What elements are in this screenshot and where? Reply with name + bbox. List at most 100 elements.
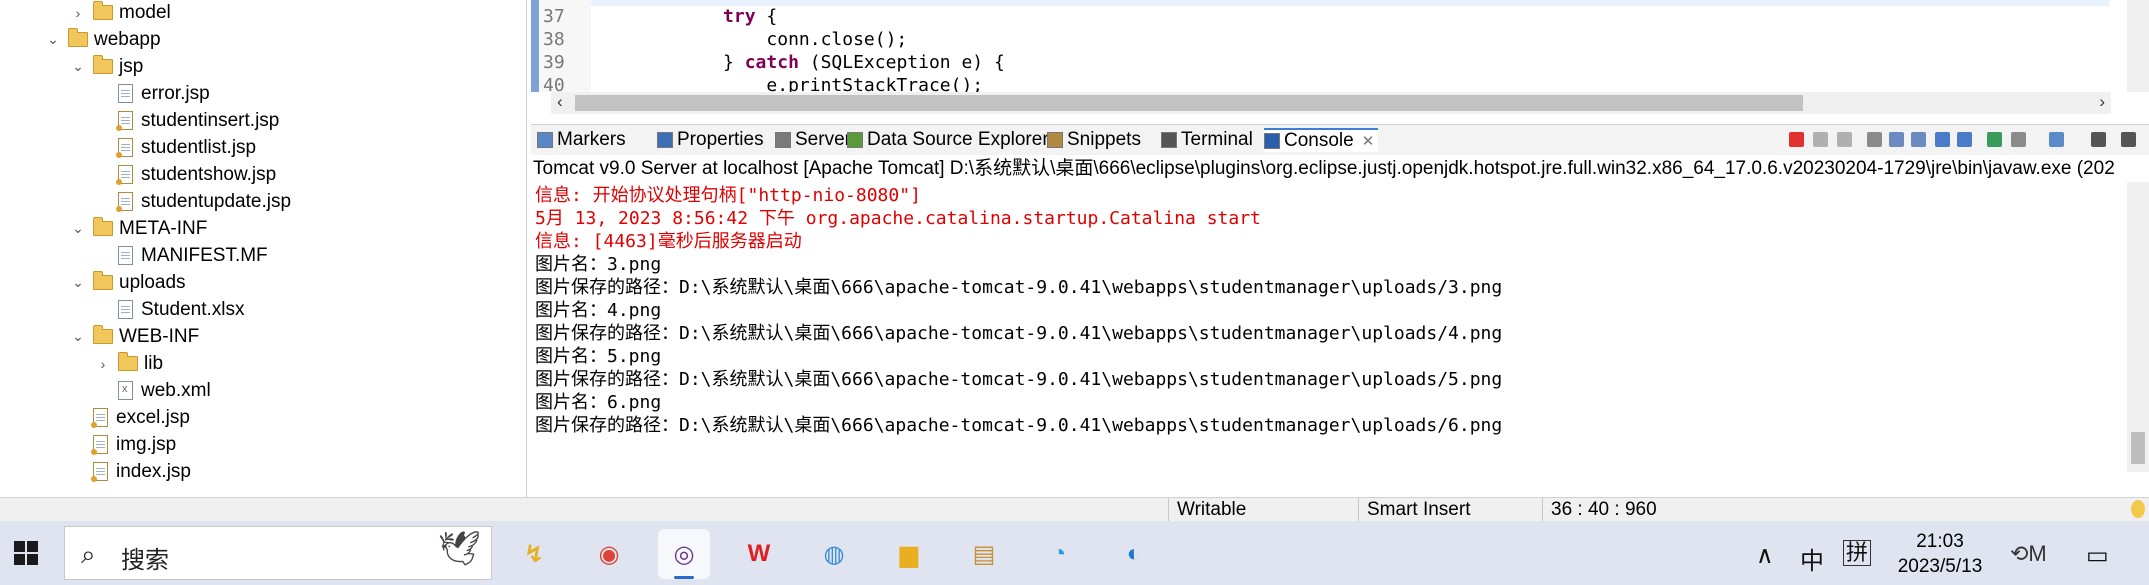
paint-app[interactable]: ◍ bbox=[808, 529, 860, 579]
console-vertical-scrollbar[interactable] bbox=[2127, 182, 2149, 472]
code-line[interactable]: 39 } catch (SQLException e) { bbox=[543, 51, 1005, 74]
clear-console-icon[interactable] bbox=[1867, 132, 1882, 147]
tray-chevron-icon[interactable]: ∧ bbox=[1756, 541, 1774, 570]
edge-app[interactable]: ◐ bbox=[1108, 529, 1160, 579]
tree-item[interactable]: ⌄ webapp bbox=[44, 26, 161, 53]
tree-item[interactable]: ›img.jsp bbox=[69, 431, 176, 458]
tree-item[interactable]: ›excel.jsp bbox=[69, 404, 190, 431]
chevron-down-icon[interactable]: ⌄ bbox=[69, 220, 87, 237]
show-stdout-icon[interactable] bbox=[1935, 132, 1950, 147]
explorer-app[interactable]: ▆ bbox=[883, 529, 935, 579]
folder-icon bbox=[68, 28, 88, 47]
file-manager-app[interactable]: ↯ bbox=[508, 529, 560, 579]
tree-item-label: web.xml bbox=[141, 379, 211, 401]
tree-item[interactable]: ⌄ jsp bbox=[69, 53, 143, 80]
console-stdout-line: 图片名：5.png bbox=[535, 346, 662, 367]
console-output[interactable]: 信息: 开始协议处理句柄["http-nio-8080"] 5月 13, 2023… bbox=[535, 184, 2125, 437]
status-cursor-position[interactable]: 36 : 40 : 960 bbox=[1542, 498, 1731, 522]
tab-console[interactable]: Console ✕ bbox=[1264, 128, 1379, 152]
chrome-icon: ◉ bbox=[598, 540, 620, 568]
chevron-down-icon[interactable]: ⌄ bbox=[69, 328, 87, 345]
ime-language-indicator[interactable]: 中 bbox=[1800, 541, 1824, 576]
close-icon[interactable]: ✕ bbox=[1362, 132, 1375, 150]
tree-item[interactable]: ›Student.xlsx bbox=[94, 296, 245, 323]
scroll-thumb[interactable] bbox=[575, 95, 1803, 111]
tray-app-icon[interactable]: ⟲M bbox=[2010, 541, 2047, 567]
windows-start-icon[interactable] bbox=[14, 541, 38, 565]
tree-item[interactable]: ›studentshow.jsp bbox=[94, 161, 276, 188]
tab-terminal[interactable]: Terminal bbox=[1161, 128, 1253, 152]
tree-item[interactable]: ⌄ uploads bbox=[69, 269, 186, 296]
tree-item[interactable]: ›index.jsp bbox=[69, 458, 191, 485]
chat-app[interactable]: ◔ bbox=[1033, 529, 1085, 579]
chrome-app[interactable]: ◉ bbox=[583, 529, 635, 579]
tree-item[interactable]: ›MANIFEST.MF bbox=[94, 242, 268, 269]
windows-taskbar: ⌕ 搜索 🕊 ↯ ◉ ◎ W ◍ ▆ ▤ ◔ ◐ ∧ 中 拼 21:03 2023/5/13 ⟲… bbox=[0, 521, 2149, 585]
pin-console-icon[interactable] bbox=[1987, 132, 2002, 147]
taskbar-search-box[interactable]: ⌕ 搜索 🕊 bbox=[64, 526, 492, 580]
ime-mode-indicator[interactable]: 拼 bbox=[1843, 540, 1872, 566]
tab-markers[interactable]: Markers bbox=[537, 128, 626, 152]
tree-item-label: studentinsert.jsp bbox=[141, 109, 280, 131]
tree-item[interactable]: ›error.jsp bbox=[94, 80, 210, 107]
jsp-file-icon bbox=[91, 408, 108, 428]
winrar-app[interactable]: ▤ bbox=[958, 529, 1010, 579]
open-console-icon[interactable] bbox=[2049, 132, 2064, 147]
minimize-icon[interactable] bbox=[2091, 132, 2106, 147]
scroll-thumb[interactable] bbox=[2131, 432, 2145, 464]
taskbar-clock[interactable]: 21:03 2023/5/13 bbox=[1880, 529, 2000, 579]
tree-item[interactable]: ›studentlist.jsp bbox=[94, 134, 256, 161]
console-horizontal-scrollbar[interactable] bbox=[531, 472, 2127, 494]
maximize-icon[interactable] bbox=[2121, 132, 2136, 147]
tree-item-label: studentshow.jsp bbox=[141, 163, 277, 185]
tree-item[interactable]: ⌄ META-INF bbox=[69, 215, 207, 242]
remove-launch-icon[interactable] bbox=[1813, 132, 1828, 147]
editor-vertical-scrollbar[interactable] bbox=[2127, 0, 2149, 92]
folder-icon bbox=[93, 1, 113, 20]
terminal-icon bbox=[1161, 132, 1177, 148]
jsp-file-icon bbox=[91, 435, 108, 455]
tree-item[interactable]: › lib bbox=[94, 350, 163, 377]
tab-properties[interactable]: Properties bbox=[657, 128, 764, 152]
jsp-file-icon bbox=[116, 165, 133, 185]
jsp-file-icon bbox=[91, 462, 108, 482]
chevron-down-icon[interactable]: ⌄ bbox=[44, 31, 62, 48]
code-line[interactable]: 38 conn.close(); bbox=[543, 28, 907, 51]
file-manager-icon: ↯ bbox=[523, 540, 545, 568]
show-stderr-icon[interactable] bbox=[1957, 132, 1972, 147]
tree-item-label: WEB-INF bbox=[119, 325, 200, 347]
tab-snippets[interactable]: Snippets bbox=[1047, 128, 1141, 152]
status-insert-mode[interactable]: Smart Insert bbox=[1358, 498, 1537, 522]
tree-item[interactable]: ⌄ WEB-INF bbox=[69, 323, 199, 350]
code-text: { bbox=[755, 6, 778, 27]
chevron-down-icon[interactable]: ⌄ bbox=[69, 274, 87, 291]
tree-item-label: META-INF bbox=[119, 217, 208, 239]
terminate-icon[interactable] bbox=[1789, 132, 1804, 147]
scroll-lock-icon[interactable] bbox=[1889, 132, 1904, 147]
tree-item[interactable]: ›web.xml bbox=[94, 377, 211, 404]
notification-icon[interactable]: ▭ bbox=[2086, 541, 2109, 570]
word-wrap-icon[interactable] bbox=[1911, 132, 1926, 147]
tree-item-label: MANIFEST.MF bbox=[141, 244, 268, 266]
folder-icon bbox=[93, 217, 113, 236]
eclipse-app[interactable]: ◎ bbox=[658, 529, 710, 579]
code-keyword: try bbox=[723, 6, 756, 27]
chevron-right-icon[interactable]: › bbox=[94, 356, 112, 372]
lightbulb-icon[interactable] bbox=[2131, 500, 2145, 518]
clock-time: 21:03 bbox=[1916, 531, 1964, 552]
remove-all-icon[interactable] bbox=[1837, 132, 1852, 147]
tree-item[interactable]: ›studentinsert.jsp bbox=[94, 107, 279, 134]
scroll-left-icon[interactable]: ‹ bbox=[557, 92, 563, 112]
scroll-right-icon[interactable]: › bbox=[2099, 92, 2105, 112]
code-line[interactable]: 37 try { bbox=[543, 5, 777, 28]
wps-app[interactable]: W bbox=[733, 529, 785, 579]
tree-item[interactable]: › model bbox=[69, 0, 171, 26]
clock-date: 2023/5/13 bbox=[1897, 556, 1983, 577]
tree-item[interactable]: ›studentupdate.jsp bbox=[94, 188, 291, 215]
code-editor[interactable]: 37 try {38 conn.close(); 39 } catch (SQLE… bbox=[531, 0, 2149, 124]
tab-data-source-explorer[interactable]: Data Source Explorer bbox=[847, 128, 1049, 152]
chevron-right-icon[interactable]: › bbox=[69, 5, 87, 21]
editor-horizontal-scrollbar[interactable]: ‹ › bbox=[551, 92, 2111, 114]
display-console-icon[interactable] bbox=[2011, 132, 2026, 147]
chevron-down-icon[interactable]: ⌄ bbox=[69, 58, 87, 75]
